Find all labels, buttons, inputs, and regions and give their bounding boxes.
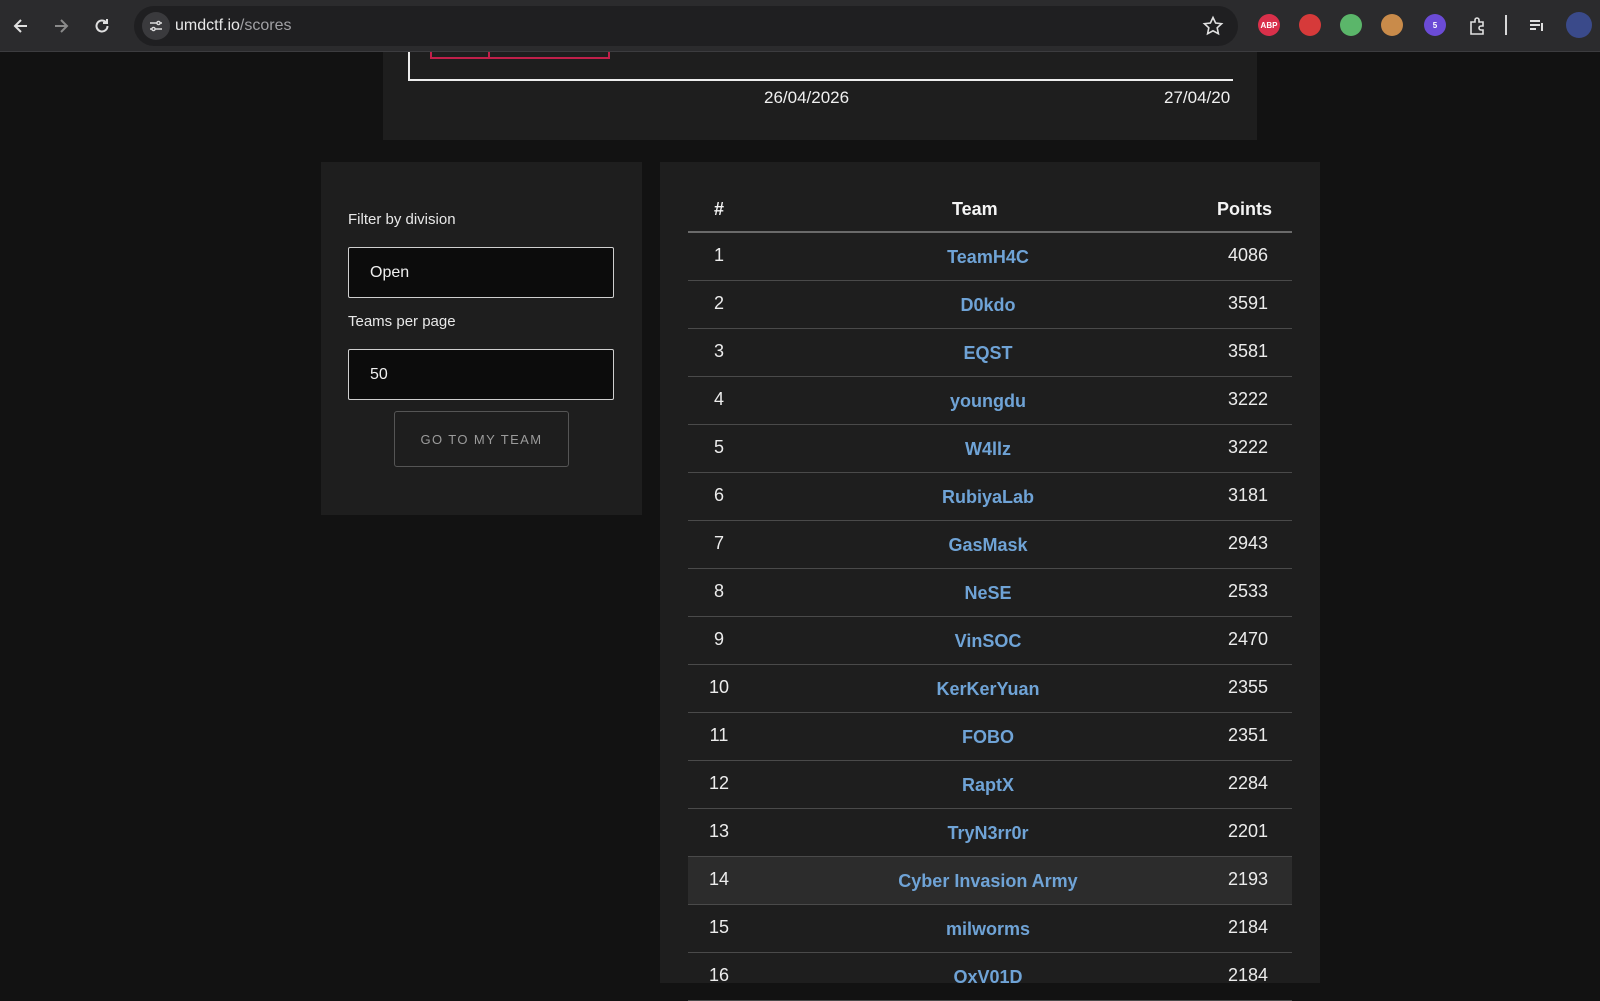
chart-x-axis: [408, 79, 1233, 81]
points-cell: 2184: [1227, 917, 1268, 937]
table-row: 16 OxV01D 2184: [688, 953, 1292, 1001]
team-link[interactable]: RaptX: [688, 775, 1288, 796]
table-row: 12 RaptX 2284: [688, 761, 1292, 809]
team-link[interactable]: NeSE: [688, 583, 1288, 604]
table-row: 13 TryN3rr0r 2201: [688, 809, 1292, 857]
table-row: 7 GasMask 2943: [688, 521, 1292, 569]
table-row: 2 D0kdo 3591: [688, 281, 1292, 329]
team-link[interactable]: milworms: [688, 919, 1288, 940]
points-cell: 2533: [1227, 581, 1268, 601]
reload-icon: [95, 19, 109, 33]
table-row: 4 youngdu 3222: [688, 377, 1292, 425]
team-link[interactable]: TryN3rr0r: [688, 823, 1288, 844]
points-cell: 3581: [1227, 341, 1268, 361]
table-row: 5 W4llz 3222: [688, 425, 1292, 473]
points-cell: 2284: [1227, 773, 1268, 793]
division-label: Filter by division: [348, 211, 456, 228]
arrow-left-icon: [13, 19, 27, 33]
chart-y-axis: [408, 52, 410, 81]
points-cell: 2201: [1227, 821, 1268, 841]
extensions-button[interactable]: [1461, 10, 1493, 42]
site-settings-icon[interactable]: [142, 12, 170, 40]
column-header-rank: #: [714, 199, 725, 219]
url-path: /scores: [239, 17, 292, 34]
team-link[interactable]: EQST: [688, 343, 1288, 364]
team-link[interactable]: FOBO: [688, 727, 1288, 748]
points-cell: 2351: [1227, 725, 1268, 745]
hand-stop-icon[interactable]: [1299, 14, 1321, 36]
division-value: Open: [370, 263, 410, 281]
address-bar[interactable]: umdctf.io/scores: [134, 6, 1238, 46]
column-header-points: Points: [1217, 199, 1273, 219]
adblock-plus-icon[interactable]: ABP: [1258, 14, 1280, 36]
chart-x-tick: 26/04/2026: [764, 88, 850, 107]
points-cell: 3591: [1227, 293, 1268, 313]
column-header-team: Team: [952, 199, 998, 219]
team-link[interactable]: VinSOC: [688, 631, 1288, 652]
forward-button[interactable]: [45, 10, 77, 42]
points-cell: 3222: [1227, 389, 1268, 409]
go-to-my-team-button[interactable]: GO TO MY TEAM: [394, 411, 569, 467]
bookmark-star-icon[interactable]: [1202, 15, 1224, 37]
team-link[interactable]: GasMask: [688, 535, 1288, 556]
team-link[interactable]: Cyber Invasion Army: [688, 871, 1288, 892]
url-text: umdctf.io/scores: [175, 17, 292, 35]
per-page-label: Teams per page: [348, 313, 456, 330]
per-page-input[interactable]: 50: [348, 349, 614, 400]
cookie-icon[interactable]: [1381, 14, 1403, 36]
back-button[interactable]: [5, 10, 37, 42]
table-row: 3 EQST 3581: [688, 329, 1292, 377]
team-link[interactable]: OxV01D: [688, 967, 1288, 988]
table-row: 6 RubiyaLab 3181: [688, 473, 1292, 521]
browser-toolbar: umdctf.io/scores ABP 5: [0, 0, 1600, 52]
table-row: 15 milworms 2184: [688, 905, 1292, 953]
points-cell: 4086: [1227, 245, 1268, 265]
per-page-value: 50: [370, 365, 388, 383]
profile-avatar-icon[interactable]: [1566, 12, 1592, 38]
url-host: umdctf.io: [175, 17, 240, 34]
division-select[interactable]: Open: [348, 247, 614, 298]
chart-series-line: [430, 52, 610, 59]
table-row: 8 NeSE 2533: [688, 569, 1292, 617]
table-row: 9 VinSOC 2470: [688, 617, 1292, 665]
team-link[interactable]: D0kdo: [688, 295, 1288, 316]
team-link[interactable]: TeamH4C: [688, 247, 1288, 268]
points-cell: 3222: [1227, 437, 1268, 457]
media-button[interactable]: [1521, 10, 1553, 42]
reload-button[interactable]: [86, 10, 118, 42]
chart-x-tick-clip: 27/04/20: [1160, 86, 1233, 112]
arrow-right-icon: [55, 19, 69, 33]
team-link[interactable]: youngdu: [688, 391, 1288, 412]
toolbar-divider: [1505, 15, 1507, 35]
team-link[interactable]: W4llz: [688, 439, 1288, 460]
points-cell: 2193: [1227, 869, 1268, 889]
chart-series-line-segment: [458, 52, 490, 59]
points-cell: 2355: [1227, 677, 1268, 697]
playlist-icon: [1530, 20, 1543, 31]
extension-badge-icon[interactable]: 5: [1424, 14, 1446, 36]
points-cell: 3181: [1227, 485, 1268, 505]
points-cell: 2943: [1227, 533, 1268, 553]
puzzle-icon: [1470, 17, 1484, 35]
table-row: 10 KerKerYuan 2355: [688, 665, 1292, 713]
table-row: 1 TeamH4C 4086: [688, 233, 1292, 281]
shield-check-icon[interactable]: [1340, 14, 1362, 36]
team-link[interactable]: RubiyaLab: [688, 487, 1288, 508]
chart-x-tick: 27/04/20: [1164, 88, 1231, 107]
table-row: 14 Cyber Invasion Army 2193: [688, 857, 1292, 905]
team-link[interactable]: KerKerYuan: [688, 679, 1288, 700]
points-cell: 2470: [1227, 629, 1268, 649]
table-row: 11 FOBO 2351: [688, 713, 1292, 761]
